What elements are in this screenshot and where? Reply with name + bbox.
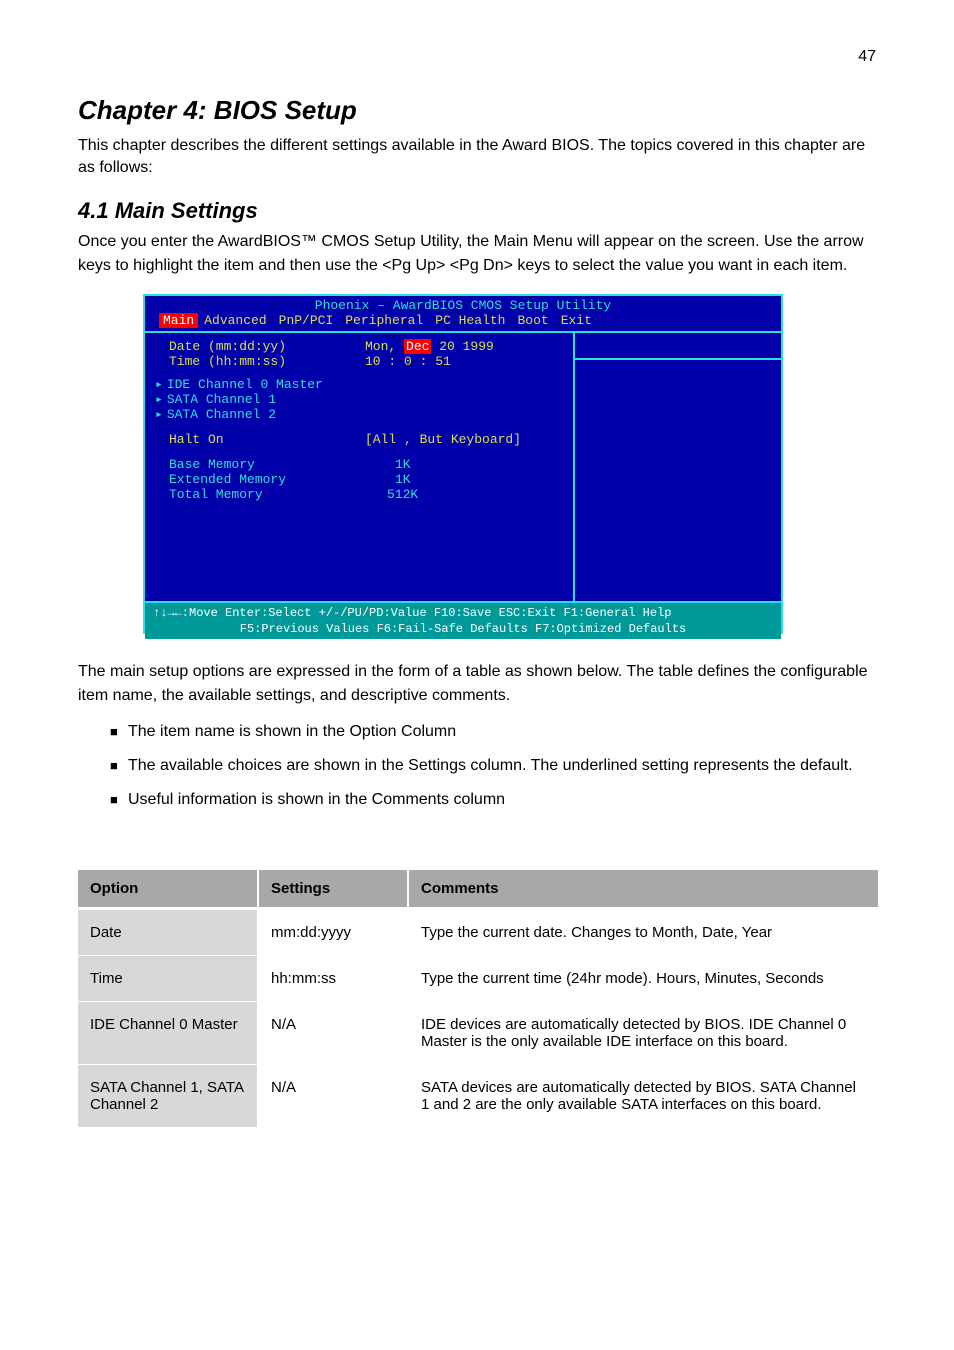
extmem-value: 1K [395, 472, 411, 487]
tab-exit: Exit [555, 313, 598, 328]
help-title: Item Help [585, 339, 771, 354]
extmem-label: Extended Memory [155, 472, 365, 487]
totalmem-value: 512K [387, 487, 418, 502]
help-desc: Change the day, month, year and century [585, 391, 771, 421]
th-settings: Settings [258, 870, 408, 909]
bios-screenshot: Phoenix – AwardBIOS CMOS Setup Utility M… [143, 294, 783, 634]
time-label: Time (hh:mm:ss) [155, 354, 365, 369]
table-row: SATA Channel 1, SATA Channel 2 N/A SATA … [78, 1065, 878, 1128]
section-subtitle: Once you enter the AwardBIOS™ CMOS Setup… [78, 230, 878, 278]
bios-tab-bar: MainAdvancedPnP/PCIPeripheralPC HealthBo… [145, 313, 781, 331]
halt-value: [All , But Keyboard] [365, 432, 521, 447]
after-bios-paragraph: The main setup options are expressed in … [78, 660, 878, 708]
bullet-list: ■The item name is shown in the Option Co… [110, 720, 870, 822]
bios-header: Phoenix – AwardBIOS CMOS Setup Utility [145, 296, 781, 313]
bios-left-pane: Date (mm:dd:yy)Mon, Dec 20 1999 Time (hh… [145, 331, 575, 601]
table-row: Date mm:dd:yyyy Type the current date. C… [78, 909, 878, 956]
footer-line2: F5:Previous Values F6:Fail-Safe Defaults… [153, 621, 773, 637]
section-title: 4.1 Main Settings [78, 198, 258, 224]
bullet-item: ■Useful information is shown in the Comm… [110, 788, 870, 812]
footer-line1: ↑↓→←:Move Enter:Select +/-/PU/PD:Value F… [153, 605, 773, 621]
halt-label: Halt On [155, 432, 365, 447]
time-value: 10 : 0 : 51 [365, 354, 451, 369]
page-number: 47 [858, 48, 876, 66]
bios-help-pane: Item Help Menu Level ▸ Change the day, m… [575, 331, 781, 601]
ide-item: IDE Channel 0 Master [155, 377, 365, 392]
th-option: Option [78, 870, 258, 909]
tab-pnppci: PnP/PCI [273, 313, 340, 328]
tab-pchealth: PC Health [429, 313, 511, 328]
chapter-subtitle: This chapter describes the different set… [78, 135, 878, 180]
date-value: Mon, Dec 20 1999 [365, 339, 494, 354]
bullet-item: ■The available choices are shown in the … [110, 754, 870, 778]
settings-table: Option Settings Comments Date mm:dd:yyyy… [78, 870, 878, 1128]
totalmem-label: Total Memory [155, 487, 365, 502]
tab-main: Main [159, 313, 198, 328]
table-row: Time hh:mm:ss Type the current time (24h… [78, 956, 878, 1002]
tab-boot: Boot [511, 313, 554, 328]
table-row: IDE Channel 0 Master N/A IDE devices are… [78, 1002, 878, 1065]
bios-footer: ↑↓→←:Move Enter:Select +/-/PU/PD:Value F… [145, 601, 781, 639]
sata2-item: SATA Channel 2 [155, 407, 365, 422]
sata1-item: SATA Channel 1 [155, 392, 365, 407]
date-label: Date (mm:dd:yy) [155, 339, 365, 354]
menu-level: Menu Level ▸ [585, 366, 771, 381]
tab-advanced: Advanced [198, 313, 272, 328]
chapter-title: Chapter 4: BIOS Setup [78, 95, 357, 126]
basemem-value: 1K [395, 457, 411, 472]
th-comments: Comments [408, 870, 878, 909]
basemem-label: Base Memory [155, 457, 365, 472]
bullet-item: ■The item name is shown in the Option Co… [110, 720, 870, 744]
tab-peripheral: Peripheral [339, 313, 429, 328]
